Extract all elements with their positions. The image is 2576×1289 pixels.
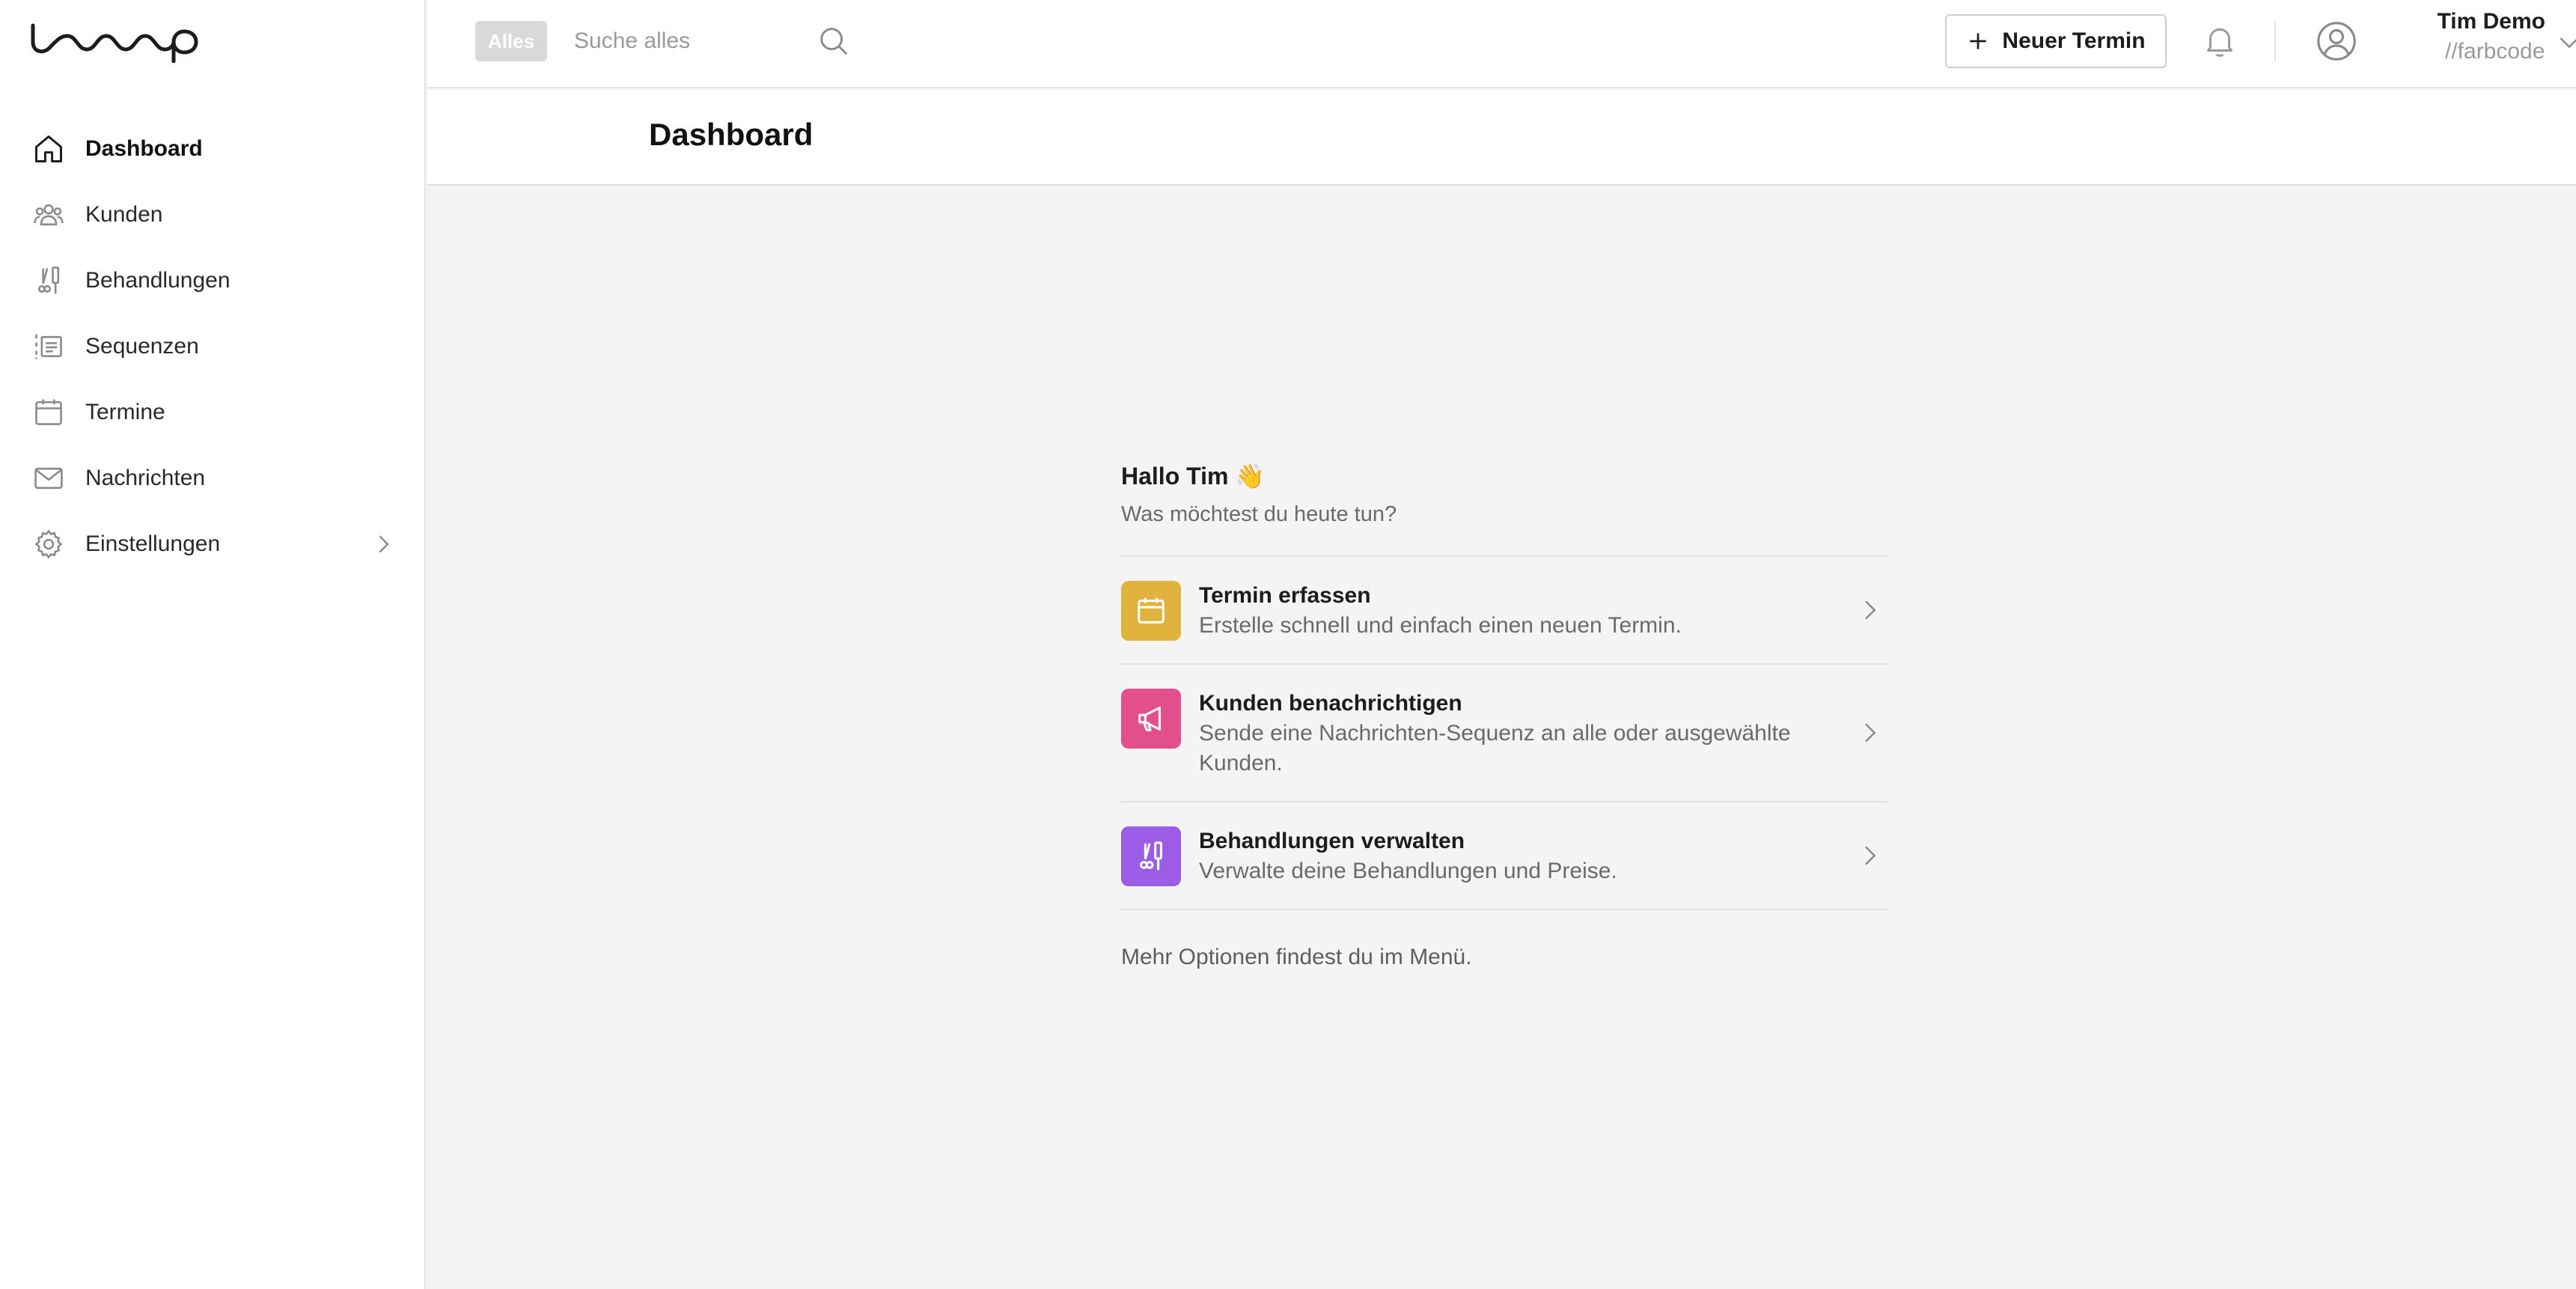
greeting-subtitle: Was möchtest du heute tun? <box>1121 502 1397 526</box>
users-icon <box>30 196 67 234</box>
search-input[interactable] <box>574 19 799 63</box>
sidebar-nav: Dashboard Kunden Behandlungen Sequenzen … <box>30 116 397 577</box>
sidebar: Dashboard Kunden Behandlungen Sequenzen … <box>0 0 426 1289</box>
action-create-appointment[interactable]: Termin erfassen Erstelle schnell und ein… <box>1121 557 1887 665</box>
sidebar-item-termine[interactable]: Termine <box>30 380 397 445</box>
action-title: Behandlungen verwalten <box>1199 829 1465 853</box>
user-name[interactable]: Tim Demo <box>2373 9 2545 34</box>
home-icon <box>30 130 67 168</box>
sidebar-item-kunden[interactable]: Kunden <box>30 182 397 248</box>
app-logo[interactable] <box>30 19 202 63</box>
search-icon[interactable] <box>817 24 851 58</box>
page-title: Dashboard <box>649 117 814 152</box>
action-text: Behandlungen verwalten Verwalte deine Be… <box>1199 826 1828 886</box>
top-bar: Alles Neuer Termin Tim Demo //farbcode <box>427 0 2576 88</box>
sequence-icon <box>30 328 67 365</box>
divider <box>2274 21 2276 61</box>
chevron-right-icon[interactable] <box>370 531 397 558</box>
sidebar-item-label: Kunden <box>85 202 163 227</box>
sidebar-item-einstellungen[interactable]: Einstellungen <box>30 511 397 577</box>
sidebar-item-label: Einstellungen <box>85 531 221 556</box>
gear-icon <box>30 525 67 563</box>
bell-icon[interactable] <box>2201 22 2238 60</box>
action-description: Sende eine Nachrichten-Sequenz an alle o… <box>1199 721 1791 775</box>
sidebar-item-label: Termine <box>85 400 165 424</box>
megaphone-icon <box>1121 689 1181 749</box>
treatment-icon <box>30 262 67 299</box>
action-title: Kunden benachrichtigen <box>1199 691 1462 716</box>
mail-icon <box>30 460 67 497</box>
action-text: Termin erfassen Erstelle schnell und ein… <box>1199 581 1828 641</box>
action-text: Kunden benachrichtigen Sende eine Nachri… <box>1199 689 1828 778</box>
sidebar-item-behandlungen[interactable]: Behandlungen <box>30 248 397 314</box>
user-organization: //farbcode <box>2445 39 2545 64</box>
treatment-icon <box>1121 826 1181 886</box>
chevron-right-icon <box>1865 723 1876 743</box>
search-filter-chip[interactable]: Alles <box>475 21 547 61</box>
sidebar-item-dashboard[interactable]: Dashboard <box>30 116 397 182</box>
sidebar-item-label: Behandlungen <box>85 268 231 293</box>
chevron-right-icon <box>1865 600 1876 620</box>
chevron-down-icon[interactable] <box>2554 27 2576 57</box>
action-description: Verwalte deine Behandlungen und Preise. <box>1199 859 1617 883</box>
greeting-heading: Hallo Tim 👋 <box>1121 463 1266 490</box>
sidebar-item-label: Nachrichten <box>85 466 206 490</box>
page-header: Dashboard <box>427 90 2576 186</box>
quick-action-list: Termin erfassen Erstelle schnell und ein… <box>1121 555 1887 910</box>
plus-icon <box>1970 33 1987 49</box>
calendar-icon <box>30 394 67 431</box>
action-description: Erstelle schnell und einfach einen neuen… <box>1199 613 1682 638</box>
action-manage-treatments[interactable]: Behandlungen verwalten Verwalte deine Be… <box>1121 802 1887 910</box>
sidebar-item-label: Dashboard <box>85 136 203 161</box>
sidebar-item-label: Sequenzen <box>85 334 199 359</box>
action-title: Termin erfassen <box>1199 583 1371 608</box>
sidebar-item-sequenzen[interactable]: Sequenzen <box>30 314 397 380</box>
dashboard-content: Hallo Tim 👋 Was möchtest du heute tun? T… <box>1121 457 1887 970</box>
calendar-icon <box>1121 581 1181 641</box>
new-appointment-label: Neuer Termin <box>2002 28 2146 53</box>
new-appointment-button[interactable]: Neuer Termin <box>1945 14 2167 68</box>
chevron-right-icon <box>1865 846 1876 865</box>
avatar[interactable] <box>2315 19 2358 63</box>
sidebar-item-nachrichten[interactable]: Nachrichten <box>30 445 397 511</box>
more-options-hint: Mehr Optionen findest du im Menü. <box>1121 945 1472 969</box>
action-notify-customers[interactable]: Kunden benachrichtigen Sende eine Nachri… <box>1121 665 1887 802</box>
